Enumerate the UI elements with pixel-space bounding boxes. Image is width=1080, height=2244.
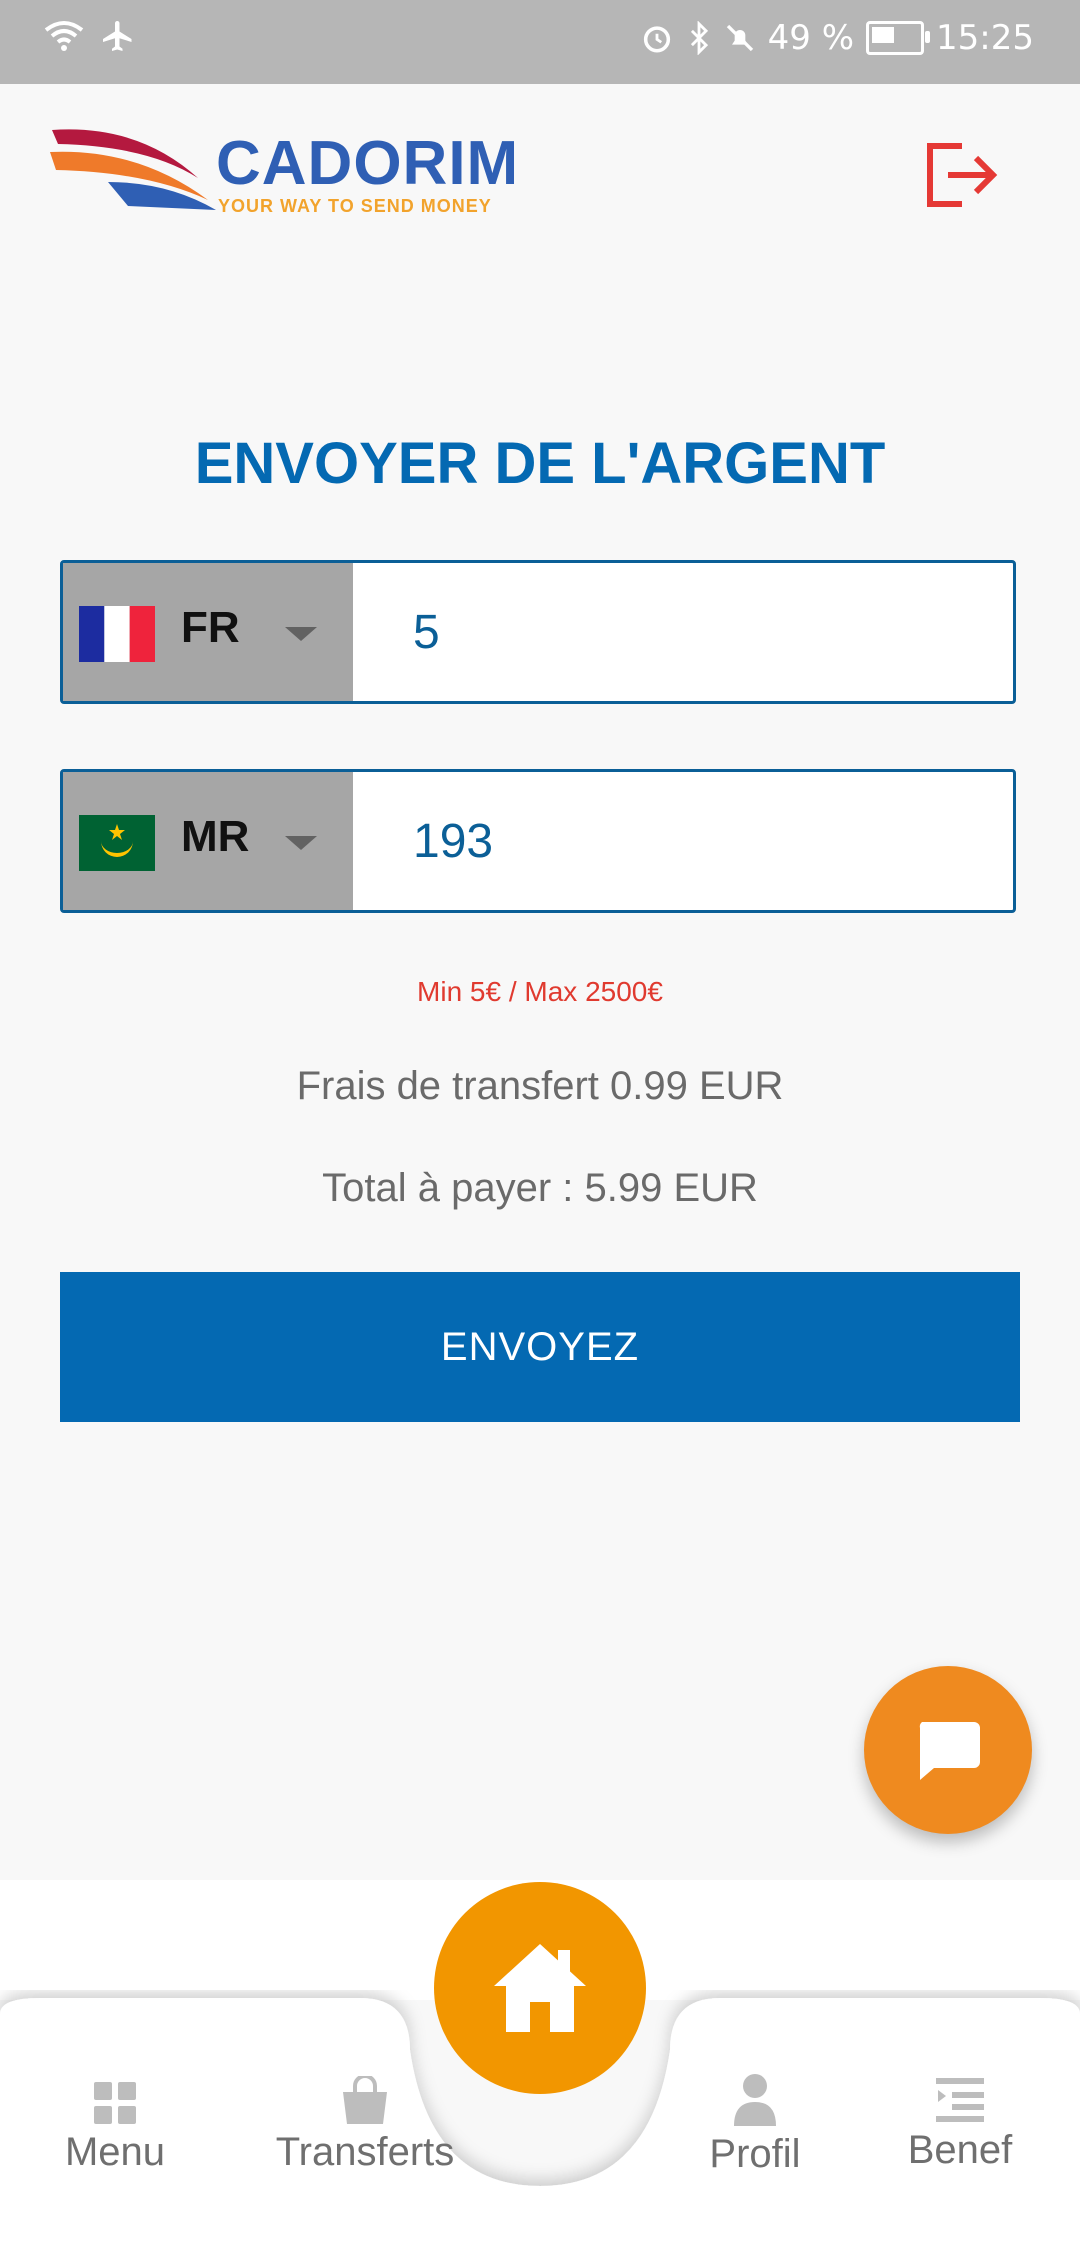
nav-label-transferts: Transferts — [275, 2130, 455, 2174]
brand-tagline: YOUR WAY TO SEND MONEY — [218, 196, 492, 216]
logo-wing-icon — [50, 129, 216, 210]
receive-country-select[interactable]: MR — [63, 772, 353, 910]
bell-muted-icon — [726, 24, 753, 52]
battery-percent: 49 % — [767, 18, 855, 58]
nav-item-benef[interactable]: Benef — [880, 2076, 1040, 2173]
page-title: ENVOYER DE L'ARGENT — [194, 431, 886, 496]
nav-item-menu[interactable]: Menu — [40, 2080, 190, 2175]
brand-name: CADORIM — [216, 129, 520, 198]
nav-item-transferts[interactable]: Transferts — [250, 2076, 480, 2175]
status-bar: 49 % 15:25 — [0, 0, 1080, 84]
cadorim-logo: CADORIM YOUR WAY TO SEND MONEY — [48, 126, 518, 216]
send-country-code: FR — [181, 603, 240, 652]
send-country-select[interactable]: FR — [63, 563, 353, 701]
nav-label-menu: Menu — [64, 2130, 166, 2174]
send-amount-row: FR — [60, 560, 1016, 704]
home-icon — [494, 1944, 586, 2032]
logout-icon — [927, 143, 998, 207]
bluetooth-icon — [690, 21, 708, 55]
receive-amount-row: MR — [60, 769, 1016, 913]
total-amount: Total à payer : 5.99 EUR — [322, 1166, 758, 1210]
receive-amount-input[interactable] — [353, 772, 1013, 910]
status-time: 15:25 — [936, 18, 1034, 58]
chevron-down-icon — [285, 627, 317, 641]
status-right: 49 % 15:25 — [640, 18, 1034, 58]
amount-limits: Min 5€ / Max 2500€ — [417, 976, 663, 1007]
send-button[interactable]: ENVOYEZ — [60, 1272, 1020, 1422]
list-icon — [936, 2078, 984, 2122]
home-button[interactable] — [434, 1882, 646, 2094]
send-amount-input[interactable] — [353, 563, 1013, 701]
chevron-down-icon — [285, 836, 317, 850]
transfer-fee: Frais de transfert 0.99 EUR — [296, 1064, 784, 1108]
alarm-icon — [643, 26, 670, 53]
nav-label-benef: Benef — [907, 2128, 1013, 2172]
user-icon — [734, 2074, 776, 2126]
status-left — [44, 18, 136, 54]
airplane-icon — [103, 21, 132, 51]
logout-button[interactable] — [924, 140, 998, 210]
chat-button[interactable] — [864, 1666, 1032, 1834]
receive-country-code: MR — [181, 812, 250, 861]
app-header: CADORIM YOUR WAY TO SEND MONEY — [0, 84, 1080, 254]
battery-icon — [866, 21, 931, 55]
grid-icon — [94, 2082, 136, 2124]
wifi-icon — [44, 21, 84, 51]
nav-item-profil[interactable]: Profil — [680, 2072, 830, 2177]
shopping-bag-icon — [343, 2076, 387, 2124]
france-flag-icon — [79, 606, 155, 662]
mauritania-flag-icon — [79, 815, 155, 871]
chat-icon — [919, 1722, 980, 1780]
nav-label-profil: Profil — [709, 2132, 801, 2176]
